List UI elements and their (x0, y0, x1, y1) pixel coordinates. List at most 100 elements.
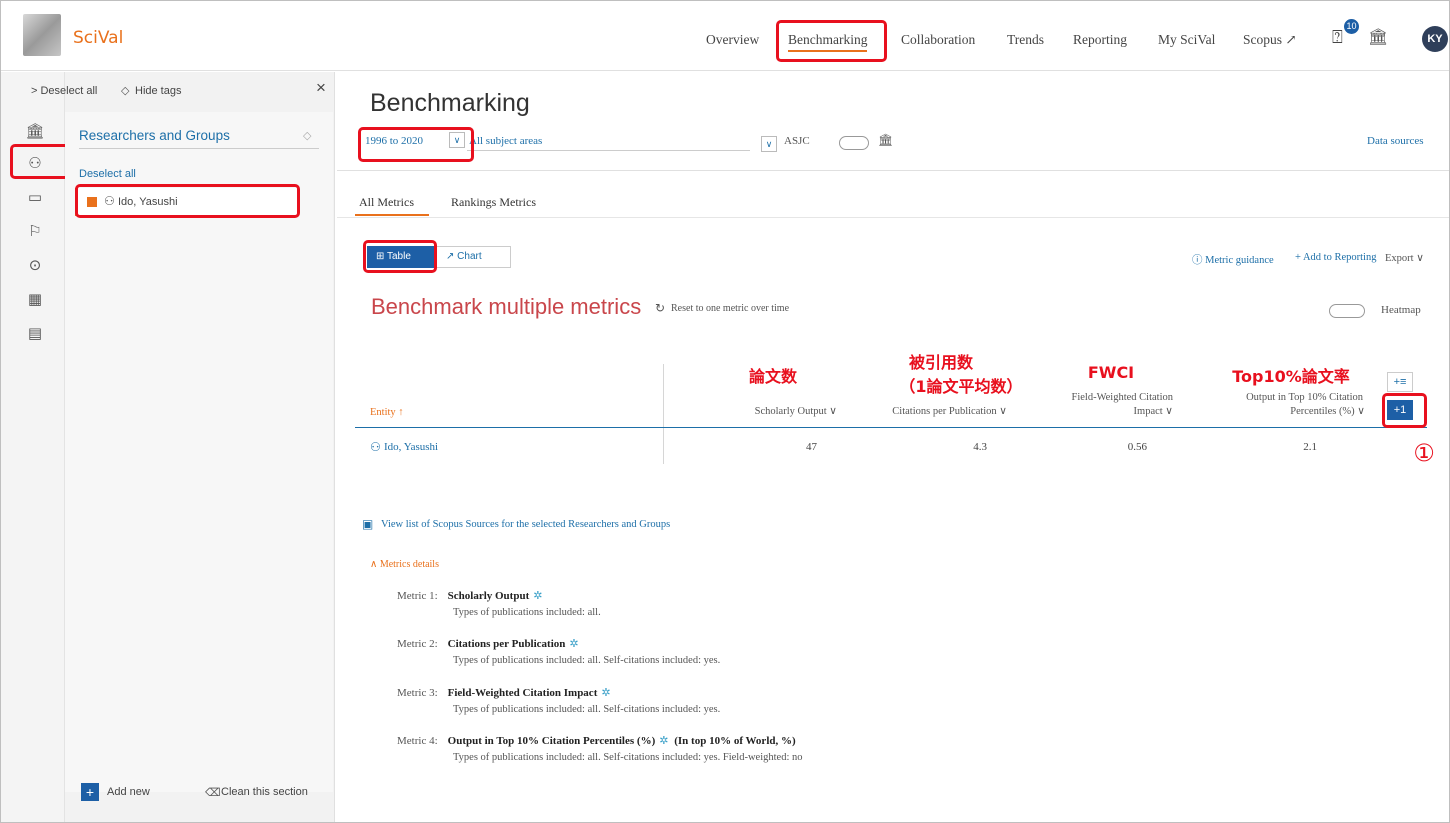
add-new-icon[interactable]: + (81, 783, 99, 801)
metric-4-label: Metric 4: (397, 735, 438, 747)
data-sources-link[interactable]: Data sources (1367, 135, 1424, 147)
highlight-benchmarking (776, 20, 887, 62)
scholarly-output-header[interactable]: Scholarly Output ∨ (727, 405, 837, 418)
metric-3-description: Types of publications included: all. Sel… (453, 704, 721, 715)
metric-2-info-icon[interactable]: ✲ (569, 639, 580, 650)
tabs-top-divider (337, 170, 1449, 171)
research-area-rail-icon[interactable]: ▦ (25, 290, 45, 308)
section-divider (79, 148, 319, 149)
cell-fwci: 0.56 (1127, 441, 1147, 453)
heatmap-label: Heatmap (1381, 304, 1421, 316)
nav-overview[interactable]: Overview (706, 32, 759, 48)
collapse-icon[interactable]: ◇ (303, 129, 311, 142)
asjc-label: ASJC (784, 135, 810, 147)
annotation-col4: Top10%論文率 (1232, 367, 1350, 386)
nav-my-scival[interactable]: My SciVal (1158, 32, 1215, 48)
top10-header-line2[interactable]: Percentiles (%) ∨ (1187, 405, 1365, 418)
column-list-icon[interactable]: +≡ (1387, 372, 1413, 392)
citations-per-publication-header[interactable]: Citations per Publication ∨ (867, 405, 1007, 418)
tab-active-indicator (355, 214, 429, 216)
subject-underline (467, 150, 750, 151)
researcher-row-icon: ⚇ (370, 440, 381, 454)
metric-1-name: Scholarly Output (447, 590, 530, 602)
nav-collaboration[interactable]: Collaboration (901, 32, 975, 48)
deselect-all-link[interactable]: Deselect all (79, 168, 136, 180)
annotation-col3: FWCI (1087, 363, 1135, 382)
metric-guidance-link[interactable]: ⓘ Metric guidance (1192, 252, 1274, 267)
section-title: Benchmark multiple metrics (371, 294, 642, 319)
nav-trends[interactable]: Trends (1007, 32, 1044, 48)
institution-icon[interactable]: 🏛 (1368, 27, 1388, 47)
annotation-col1: 論文数 (748, 367, 797, 386)
app-name: SciVal (73, 28, 124, 48)
tab-rankings-metrics[interactable]: Rankings Metrics (451, 195, 536, 210)
metric-2-description: Types of publications included: all. Sel… (453, 655, 721, 666)
table-column-divider (663, 364, 664, 464)
hide-tags-link[interactable]: Hide tags (135, 85, 181, 97)
subject-areas-select[interactable]: All subject areas (469, 135, 542, 147)
chart-icon: ↗ (446, 251, 458, 262)
subject-dropdown-icon[interactable]: ∨ (761, 136, 777, 152)
metric-3: Metric 3: Field-Weighted Citation Impact… (397, 683, 1197, 715)
clean-icon: ⌫ (205, 787, 221, 799)
metric-4-name: Output in Top 10% Citation Percentiles (… (447, 735, 656, 747)
tab-all-metrics[interactable]: All Metrics (359, 195, 414, 210)
row-entity-link[interactable]: Ido, Yasushi (384, 441, 438, 453)
metric-2-label: Metric 2: (397, 638, 438, 650)
metric-3-info-icon[interactable]: ✲ (601, 688, 612, 699)
reset-icon[interactable]: ↻ (655, 301, 665, 315)
group-rail-icon[interactable]: ▤ (25, 324, 45, 342)
highlight-year-range (358, 127, 474, 162)
entity-column-header[interactable]: Entity ↑ (370, 407, 404, 418)
chart-view-button[interactable]: ↗ Chart (435, 246, 511, 268)
metric-3-label: Metric 3: (397, 687, 438, 699)
section-title-researchers[interactable]: Researchers and Groups (79, 128, 230, 143)
add-to-reporting-label: Add to Reporting (1302, 252, 1377, 263)
annotation-col2-line2: （1論文平均数） (899, 377, 1023, 396)
fwci-header-line2[interactable]: Impact ∨ (1027, 405, 1173, 418)
institution-rail-icon[interactable]: 🏛 (25, 122, 45, 140)
metric-4: Metric 4: Output in Top 10% Citation Per… (397, 731, 1217, 763)
metric-4-description: Types of publications included: all. Sel… (453, 752, 803, 763)
nav-scopus[interactable]: Scopus ↗ (1243, 32, 1297, 48)
add-to-reporting-link[interactable]: + Add to Reporting (1295, 252, 1376, 263)
highlight-add-column (1382, 393, 1427, 428)
heatmap-toggle[interactable] (1329, 304, 1365, 318)
user-avatar[interactable]: KY (1422, 26, 1448, 52)
metrics-details-label: Metrics details (379, 559, 439, 570)
top10-header-line1[interactable]: Output in Top 10% Citation (1187, 391, 1363, 404)
table-header-divider (355, 427, 1427, 428)
chart-label: Chart (457, 251, 482, 262)
metric-1-description: Types of publications included: all. (453, 607, 601, 618)
reset-link[interactable]: Reset to one metric over time (671, 303, 789, 314)
notification-badge: 10 (1344, 19, 1359, 34)
metric-4-info-icon[interactable]: ✲ (659, 736, 670, 747)
metric-1-info-icon[interactable]: ✲ (533, 591, 544, 602)
asjc-toggle[interactable] (839, 136, 869, 150)
top-navigation-bar: SciVal Overview Benchmarking Collaborati… (1, 1, 1449, 71)
tag-icon: ◇ (121, 85, 130, 97)
view-sources-link[interactable]: View list of Scopus Sources for the sele… (381, 519, 670, 530)
icon-rail: 🏛 ⚇ ▭ ⚐ ⊙ ▦ ▤ (1, 72, 65, 822)
country-rail-icon[interactable]: ⚐ (25, 222, 45, 240)
metrics-details-toggle[interactable]: ∧ Metrics details (370, 559, 439, 570)
close-panel-icon[interactable]: × (316, 78, 326, 98)
publication-set-rail-icon[interactable]: ▭ (25, 188, 45, 206)
add-new-button[interactable]: Add new (107, 786, 150, 798)
clean-section-button[interactable]: Clean this section (221, 786, 308, 798)
annotation-col2-line1: 被引用数 (908, 353, 973, 372)
metric-1-label: Metric 1: (397, 590, 438, 602)
metric-2: Metric 2: Citations per Publication ✲ Ty… (397, 634, 1197, 666)
nav-reporting[interactable]: Reporting (1073, 32, 1127, 48)
institution-toggle-icon: 🏛 (878, 133, 894, 147)
export-label: Export (1385, 253, 1414, 264)
metric-3-name: Field-Weighted Citation Impact (447, 687, 598, 699)
export-menu[interactable]: Export ∨ (1385, 252, 1424, 264)
scival-logo-icon[interactable] (23, 14, 61, 56)
cell-citations-per-publication: 4.3 (973, 441, 987, 453)
cell-scholarly-output: 47 (806, 441, 817, 453)
topic-rail-icon[interactable]: ⊙ (25, 256, 45, 274)
highlight-table-button (363, 240, 437, 273)
deselect-all-top-link[interactable]: > Deselect all (31, 85, 97, 97)
document-icon: ▣ (362, 517, 374, 531)
